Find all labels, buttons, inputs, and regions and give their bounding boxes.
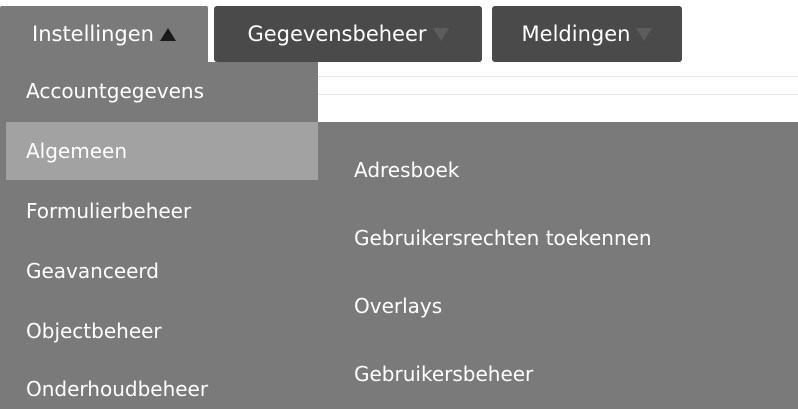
background-divider (318, 94, 798, 95)
menu-item-label: Geavanceerd (26, 259, 159, 283)
submenu-item-label: Gebruikersrechten toekennen (354, 226, 652, 250)
tab-label: Gegevensbeheer (247, 22, 427, 46)
submenu-item-gebruikersbeheer[interactable]: Gebruikersbeheer (354, 362, 533, 386)
menu-item-label: Accountgegevens (26, 79, 204, 103)
background-divider (318, 76, 798, 77)
menu-item-label: Algemeen (26, 139, 128, 163)
caret-down-icon (432, 27, 449, 41)
menu-item-onderhoudbeheer[interactable]: Onderhoudbeheer (0, 360, 318, 409)
menu-item-formulierbeheer[interactable]: Formulierbeheer (0, 182, 318, 240)
top-navigation: Instellingen Gegevensbeheer Meldingen (0, 6, 798, 62)
caret-up-icon (159, 27, 176, 41)
menu-item-label: Onderhoudbeheer (26, 377, 209, 401)
app-stage: Instellingen Gegevensbeheer Meldingen Ac… (0, 0, 798, 409)
tab-meldingen[interactable]: Meldingen (492, 6, 682, 62)
submenu-item-overlays[interactable]: Overlays (354, 294, 442, 318)
menu-item-geavanceerd[interactable]: Geavanceerd (0, 242, 318, 300)
tab-label: Meldingen (521, 22, 631, 46)
caret-down-icon (636, 27, 653, 41)
settings-dropdown-menu: Accountgegevens Algemeen Formulierbeheer… (0, 62, 318, 409)
submenu-item-label: Adresboek (354, 158, 460, 182)
menu-item-objectbeheer[interactable]: Objectbeheer (0, 302, 318, 360)
submenu-item-gebruikersrechten-toekennen[interactable]: Gebruikersrechten toekennen (354, 226, 652, 250)
tab-gegevensbeheer[interactable]: Gegevensbeheer (214, 6, 482, 62)
menu-item-accountgegevens[interactable]: Accountgegevens (0, 62, 318, 120)
algemeen-submenu: Adresboek Gebruikersrechten toekennen Ov… (318, 122, 798, 409)
tab-label: Instellingen (32, 22, 154, 46)
submenu-item-label: Overlays (354, 294, 443, 318)
submenu-item-label: Gebruikersbeheer (354, 362, 534, 386)
menu-item-label: Objectbeheer (26, 319, 162, 343)
tab-instellingen[interactable]: Instellingen (0, 6, 208, 62)
menu-item-label: Formulierbeheer (26, 199, 192, 223)
submenu-item-adresboek[interactable]: Adresboek (354, 158, 459, 182)
menu-item-algemeen[interactable]: Algemeen (6, 122, 318, 180)
